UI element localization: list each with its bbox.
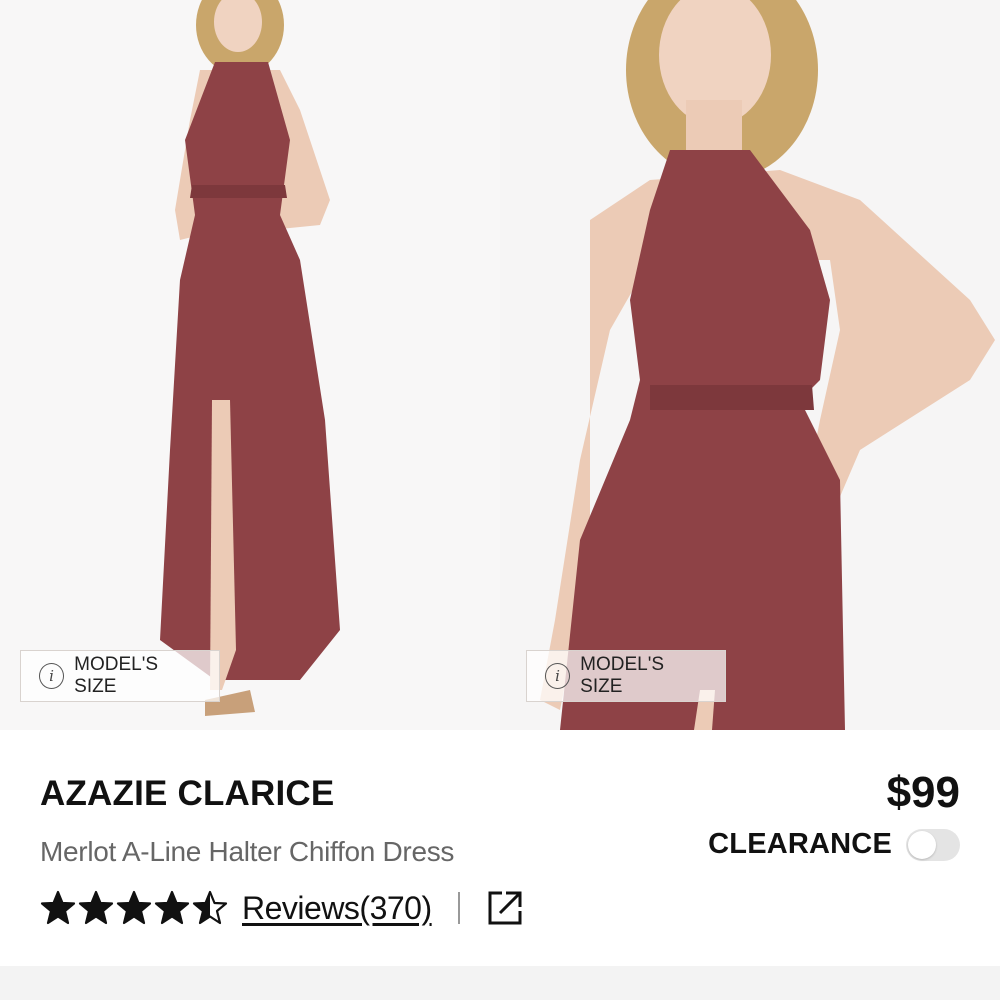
bottom-section-divider (0, 966, 1000, 1000)
star-full-icon (116, 890, 152, 925)
product-info-panel: AZAZIE CLARICE Merlot A-Line Halter Chif… (0, 730, 1000, 966)
product-price: $99 (886, 768, 960, 817)
info-icon: i (545, 663, 571, 689)
star-full-icon (78, 890, 114, 925)
models-size-label: MODEL'S SIZE (74, 654, 159, 697)
star-rating (40, 890, 228, 926)
model-full-length-image (0, 0, 500, 730)
product-brand: AZAZIE CLARICE (40, 774, 335, 813)
star-full-icon (40, 890, 76, 925)
product-gallery: i MODEL'S SIZE i MODEL'S SIZE (0, 0, 1000, 730)
share-icon[interactable] (486, 889, 524, 927)
clearance-toggle[interactable] (906, 828, 960, 861)
models-size-label: MODEL'S SIZE (580, 654, 665, 697)
product-photo-full-length[interactable]: i MODEL'S SIZE (0, 0, 500, 730)
divider (457, 892, 460, 924)
info-icon: i (39, 663, 65, 689)
clearance-label: CLEARANCE (708, 828, 892, 860)
models-size-button[interactable]: i MODEL'S SIZE (526, 650, 726, 702)
toggle-knob (908, 830, 936, 859)
star-full-icon (154, 890, 190, 925)
models-size-button[interactable]: i MODEL'S SIZE (20, 650, 220, 702)
model-close-up-image (500, 0, 1000, 730)
rating-row: Reviews(370) (40, 886, 524, 930)
reviews-link[interactable]: Reviews(370) (242, 890, 432, 927)
clearance-filter: CLEARANCE (708, 828, 960, 861)
product-photo-close-up[interactable]: i MODEL'S SIZE (500, 0, 1000, 730)
star-half-icon (192, 890, 228, 925)
product-name: Merlot A-Line Halter Chiffon Dress (40, 836, 455, 867)
